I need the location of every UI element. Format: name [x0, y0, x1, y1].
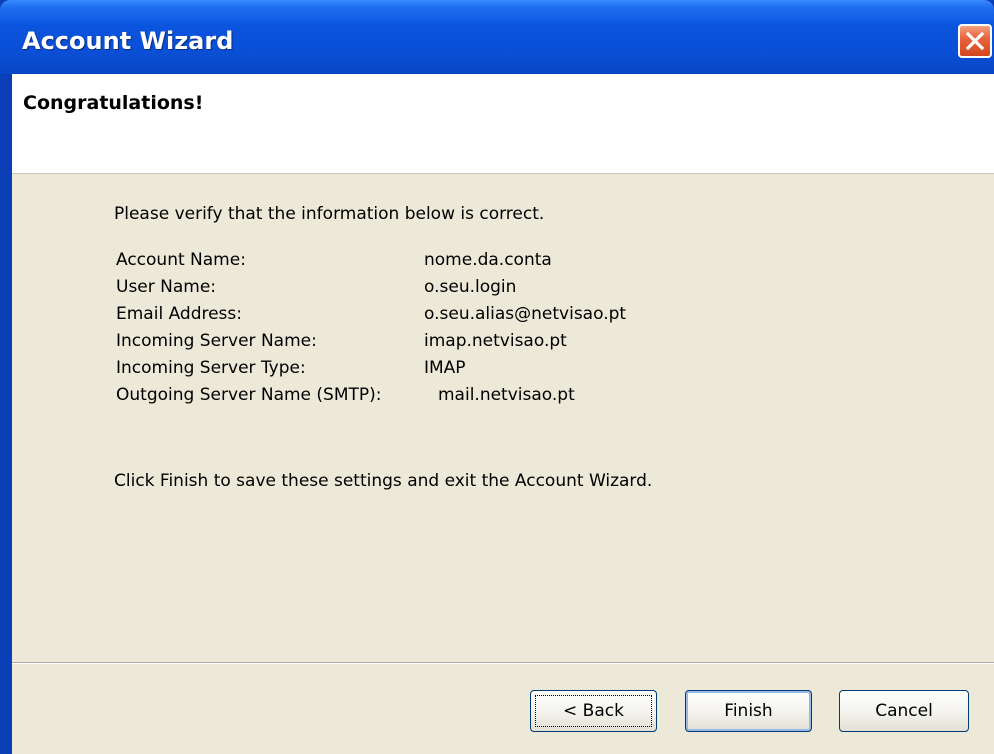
cancel-button[interactable]: Cancel — [839, 690, 969, 732]
summary-label: Incoming Server Name: — [116, 331, 317, 351]
window-title: Account Wizard — [22, 27, 234, 55]
summary-label: Incoming Server Type: — [116, 358, 306, 378]
focus-ring — [535, 695, 652, 727]
finish-instruction-text: Click Finish to save these settings and … — [114, 471, 653, 491]
summary-value: IMAP — [424, 358, 466, 378]
summary-label: Account Name: — [116, 250, 246, 270]
back-button[interactable]: < Back — [530, 690, 657, 732]
wizard-header: Congratulations! — [12, 74, 994, 174]
summary-value: nome.da.conta — [424, 250, 552, 270]
account-wizard-window: Account Wizard Congratulations! Please v… — [0, 0, 994, 754]
summary-value: imap.netvisao.pt — [424, 331, 567, 351]
summary-value: o.seu.alias@netvisao.pt — [424, 304, 627, 324]
close-icon — [965, 31, 985, 51]
finish-button-label: Finish — [724, 701, 773, 721]
close-button[interactable] — [958, 24, 992, 58]
summary-label: User Name: — [116, 277, 217, 297]
finish-button[interactable]: Finish — [685, 690, 812, 732]
page-title: Congratulations! — [23, 92, 204, 114]
summary-label: Email Address: — [116, 304, 242, 324]
summary-value: o.seu.login — [424, 277, 517, 297]
wizard-content: Please verify that the information below… — [12, 174, 994, 754]
summary-value: mail.netvisao.pt — [438, 385, 575, 405]
summary-label: Outgoing Server Name (SMTP): — [116, 385, 382, 405]
title-bar[interactable]: Account Wizard — [0, 0, 994, 74]
intro-text: Please verify that the information below… — [114, 204, 545, 224]
cancel-button-label: Cancel — [875, 701, 933, 721]
button-separator — [12, 662, 994, 664]
